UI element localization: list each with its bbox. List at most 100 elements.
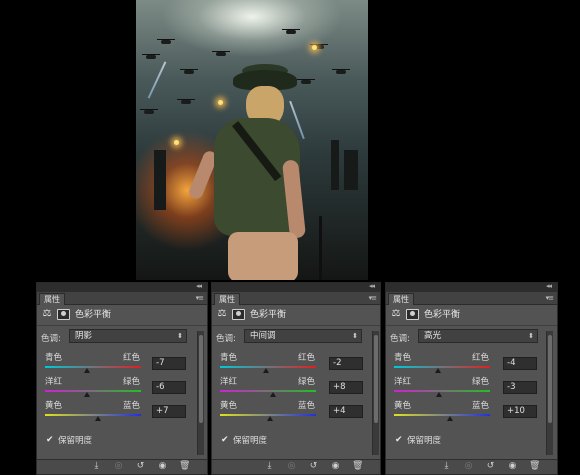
slider-cyan-red-value-field[interactable]: -4	[503, 357, 537, 370]
slider-cyan-red-value-field[interactable]: -7	[152, 357, 186, 370]
tab-properties[interactable]: 属性	[39, 293, 65, 305]
slider-cyan-red-value-field[interactable]: -2	[329, 357, 363, 370]
slider-right-label: 蓝色	[123, 401, 141, 411]
mask-icon[interactable]	[57, 309, 70, 320]
panel-scrollbar[interactable]	[372, 331, 379, 455]
properties-panel: ◂◂ 属性 ▾≡ ⚖ 色彩平衡 色调: 高光 ⬍ 青色 红色 -4 洋红 绿色 -3 黄色 蓝…	[385, 282, 558, 475]
slider-magenta-green-track[interactable]	[220, 390, 316, 392]
aircraft	[332, 69, 350, 74]
panel-menu-icon[interactable]: ▾≡	[369, 294, 377, 302]
panel-scrollbar[interactable]	[546, 331, 553, 455]
slider-yellow-blue-track[interactable]	[394, 414, 490, 416]
slider-yellow-blue-value-field[interactable]: +10	[503, 405, 537, 418]
panel-tab-row: 属性 ▾≡	[386, 292, 557, 305]
slider-left-label: 洋红	[394, 377, 412, 387]
slider-magenta-green-value-field[interactable]: +8	[329, 381, 363, 394]
slider-yellow-blue-value-field[interactable]: +4	[329, 405, 363, 418]
panel-tab-row: 属性 ▾≡	[212, 292, 380, 305]
eye-icon[interactable]: ◉	[157, 461, 168, 472]
panel-tab-row: 属性 ▾≡	[37, 292, 207, 305]
slider-magenta-green-thumb[interactable]	[269, 392, 276, 397]
clip-to-layer-icon[interactable]: ⤓	[264, 461, 275, 472]
tone-select[interactable]: 中间调 ⬍	[244, 329, 362, 343]
reset-icon[interactable]: ↺	[308, 461, 319, 472]
preserve-luminosity-label: 保留明度	[58, 436, 93, 446]
view-previous-icon[interactable]: ◎	[463, 461, 474, 472]
eye-icon[interactable]: ◉	[507, 461, 518, 472]
aircraft	[180, 69, 198, 74]
balance-scale-icon: ⚖	[391, 308, 401, 319]
mask-icon[interactable]	[232, 309, 245, 320]
slider-yellow-blue-thumb[interactable]	[94, 416, 101, 421]
clip-to-layer-icon[interactable]: ⤓	[441, 461, 452, 472]
slider-right-label: 绿色	[472, 377, 490, 387]
slider-cyan-red-thumb[interactable]	[435, 368, 442, 373]
slider-left-label: 洋红	[45, 377, 63, 387]
eye-icon[interactable]: ◉	[330, 461, 341, 472]
slider-yellow-blue-thumb[interactable]	[266, 416, 273, 421]
tone-label: 色调:	[216, 334, 236, 344]
slider-magenta-green-thumb[interactable]	[436, 392, 443, 397]
slider-right-label: 绿色	[123, 377, 141, 387]
preserve-luminosity-label: 保留明度	[407, 436, 442, 446]
reset-icon[interactable]: ↺	[135, 461, 146, 472]
divider	[386, 325, 557, 326]
panel-scrollbar[interactable]	[197, 331, 204, 455]
explosion-spark	[174, 140, 179, 145]
collapse-icon[interactable]: ◂◂	[546, 282, 552, 290]
tone-select[interactable]: 阴影 ⬍	[69, 329, 187, 343]
explosion-spark	[312, 45, 317, 50]
tab-properties[interactable]: 属性	[388, 293, 414, 305]
explosion-spark	[218, 100, 223, 105]
slider-right-label: 红色	[472, 353, 490, 363]
reset-icon[interactable]: ↺	[485, 461, 496, 472]
ruined-tower	[154, 150, 166, 210]
chevron-updown-icon: ⬍	[177, 332, 183, 340]
scrollbar-thumb[interactable]	[374, 335, 378, 423]
slider-magenta-green-track[interactable]	[45, 390, 141, 392]
tone-select[interactable]: 高光 ⬍	[418, 329, 538, 343]
slider-yellow-blue-thumb[interactable]	[446, 416, 453, 421]
trash-icon[interactable]: 🗑	[179, 461, 190, 472]
balance-scale-icon: ⚖	[217, 308, 227, 319]
slider-yellow-blue-value-field[interactable]: +7	[152, 405, 186, 418]
collapse-icon[interactable]: ◂◂	[369, 282, 375, 290]
slider-cyan-red-track[interactable]	[45, 366, 141, 368]
aircraft	[157, 39, 175, 44]
handle-pole	[319, 216, 322, 280]
slider-right-label: 绿色	[298, 377, 316, 387]
adjustment-header: ⚖ 色彩平衡	[37, 306, 207, 324]
slider-right-label: 红色	[123, 353, 141, 363]
clip-to-layer-icon[interactable]: ⤓	[91, 461, 102, 472]
panel-menu-icon[interactable]: ▾≡	[196, 294, 204, 302]
view-previous-icon[interactable]: ◎	[113, 461, 124, 472]
slider-magenta-green-value-field[interactable]: -6	[152, 381, 186, 394]
view-previous-icon[interactable]: ◎	[286, 461, 297, 472]
aircraft	[140, 109, 158, 114]
slider-cyan-red-thumb[interactable]	[84, 368, 91, 373]
panel-topbar: ◂◂	[212, 282, 380, 292]
scrollbar-thumb[interactable]	[548, 335, 552, 423]
trash-icon[interactable]: 🗑	[352, 461, 363, 472]
slider-cyan-red-track[interactable]	[394, 366, 490, 368]
slider-left-label: 洋红	[220, 377, 238, 387]
checkbox-preserve-luminosity[interactable]: ✔	[221, 436, 230, 445]
scrollbar-thumb[interactable]	[199, 335, 203, 423]
slider-yellow-blue-track[interactable]	[45, 414, 141, 416]
tone-label: 色调:	[390, 334, 410, 344]
slider-left-label: 黄色	[220, 401, 238, 411]
preserve-luminosity-label: 保留明度	[233, 436, 268, 446]
checkbox-preserve-luminosity[interactable]: ✔	[395, 436, 404, 445]
tab-properties[interactable]: 属性	[214, 293, 240, 305]
collapse-icon[interactable]: ◂◂	[196, 282, 202, 290]
mask-icon[interactable]	[406, 309, 419, 320]
tone-select-value: 阴影	[75, 331, 93, 341]
slider-magenta-green-thumb[interactable]	[84, 392, 91, 397]
panel-menu-icon[interactable]: ▾≡	[546, 294, 554, 302]
slider-magenta-green-value-field[interactable]: -3	[503, 381, 537, 394]
trash-icon[interactable]: 🗑	[529, 461, 540, 472]
adjustment-title: 色彩平衡	[75, 310, 112, 320]
slider-cyan-red-thumb[interactable]	[263, 368, 270, 373]
checkbox-preserve-luminosity[interactable]: ✔	[46, 436, 55, 445]
aircraft	[212, 51, 230, 56]
